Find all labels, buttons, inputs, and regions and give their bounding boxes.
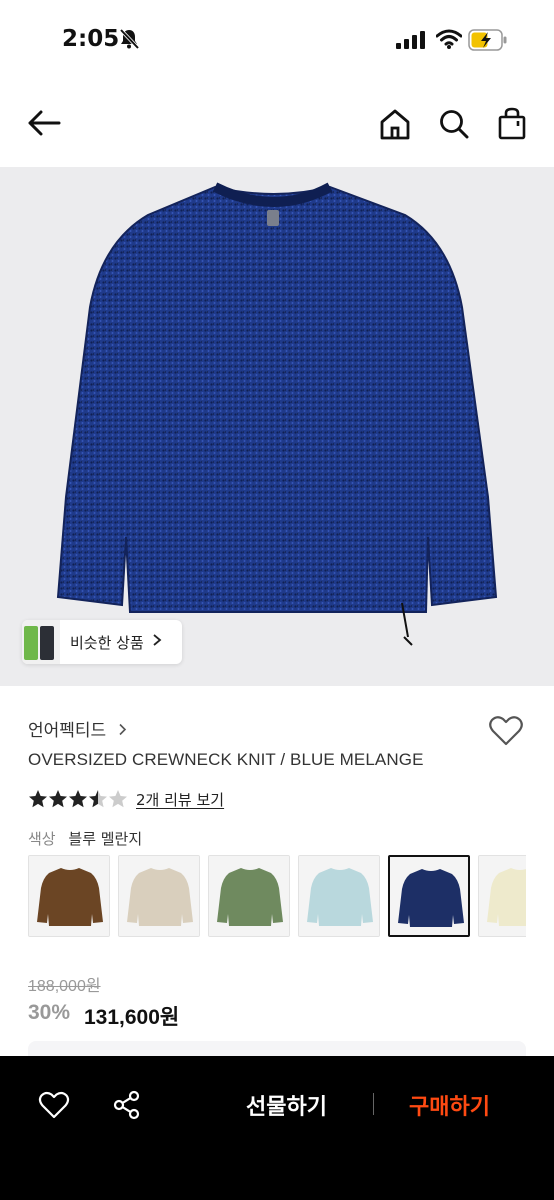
star-icon (109, 790, 127, 808)
bottom-action-bar (0, 1056, 554, 1200)
color-swatch[interactable] (118, 855, 200, 937)
product-name: OVERSIZED CREWNECK KNIT / BLUE MELANGE (28, 750, 424, 769)
signal-icon (396, 31, 426, 53)
brand-link[interactable]: 언어펙티드 (28, 716, 127, 741)
similar-product-thumbnails (22, 620, 60, 664)
brand-name: 언어펙티드 (28, 721, 107, 741)
rating-row: 2개 리뷰 보기 (28, 788, 224, 810)
similar-products-label: 비슷한 상품 (70, 633, 144, 652)
wishlist-heart-icon[interactable] (488, 715, 524, 751)
similar-products-button[interactable]: 비슷한 상품 (22, 620, 182, 664)
color-swatch[interactable] (28, 855, 110, 937)
swatch-sweater-image (299, 856, 379, 936)
bell-off-icon (118, 28, 140, 54)
discount-rate: 30% (28, 1001, 71, 1024)
battery-icon (468, 29, 508, 55)
status-time: 2:05 (62, 26, 120, 52)
heart-icon[interactable] (38, 1090, 70, 1124)
product-image[interactable] (0, 167, 554, 686)
home-icon[interactable] (378, 108, 412, 144)
star-icon (49, 790, 67, 808)
color-swatches (28, 855, 526, 937)
color-swatch[interactable] (388, 855, 470, 937)
buy-button[interactable]: 구매하기 (409, 1089, 490, 1121)
gift-button[interactable]: 선물하기 (246, 1089, 327, 1121)
color-swatch[interactable] (478, 855, 526, 937)
star-rating (28, 789, 128, 809)
final-price: 131,600원 (84, 1006, 180, 1029)
color-row: 색상 블루 멜란지 (28, 828, 142, 849)
color-swatch[interactable] (208, 855, 290, 937)
swatch-sweater-image (390, 857, 468, 935)
sweater-illustration (56, 182, 498, 646)
back-arrow-icon[interactable] (26, 108, 62, 142)
original-price: 188,000원 (28, 978, 101, 995)
wifi-icon (435, 29, 463, 53)
swatch-sweater-image (209, 856, 289, 936)
star-icon (69, 790, 87, 808)
chevron-right-icon (152, 633, 162, 651)
divider (373, 1093, 374, 1115)
search-icon[interactable] (438, 108, 470, 144)
color-value: 블루 멜란지 (68, 830, 143, 848)
status-bar: 2:05 (0, 0, 554, 84)
star-icon (29, 790, 47, 808)
star-icon (89, 790, 107, 808)
swatch-sweater-image (119, 856, 199, 936)
chevron-right-icon (118, 721, 127, 740)
swatch-sweater-image (29, 856, 109, 936)
color-swatch[interactable] (298, 855, 380, 937)
shopping-bag-icon[interactable] (496, 107, 528, 145)
review-link[interactable]: 2개 리뷰 보기 (136, 789, 224, 810)
color-label: 색상 (28, 830, 56, 848)
swatch-sweater-image (479, 856, 526, 936)
top-nav-bar (0, 96, 554, 156)
share-icon[interactable] (112, 1090, 142, 1124)
